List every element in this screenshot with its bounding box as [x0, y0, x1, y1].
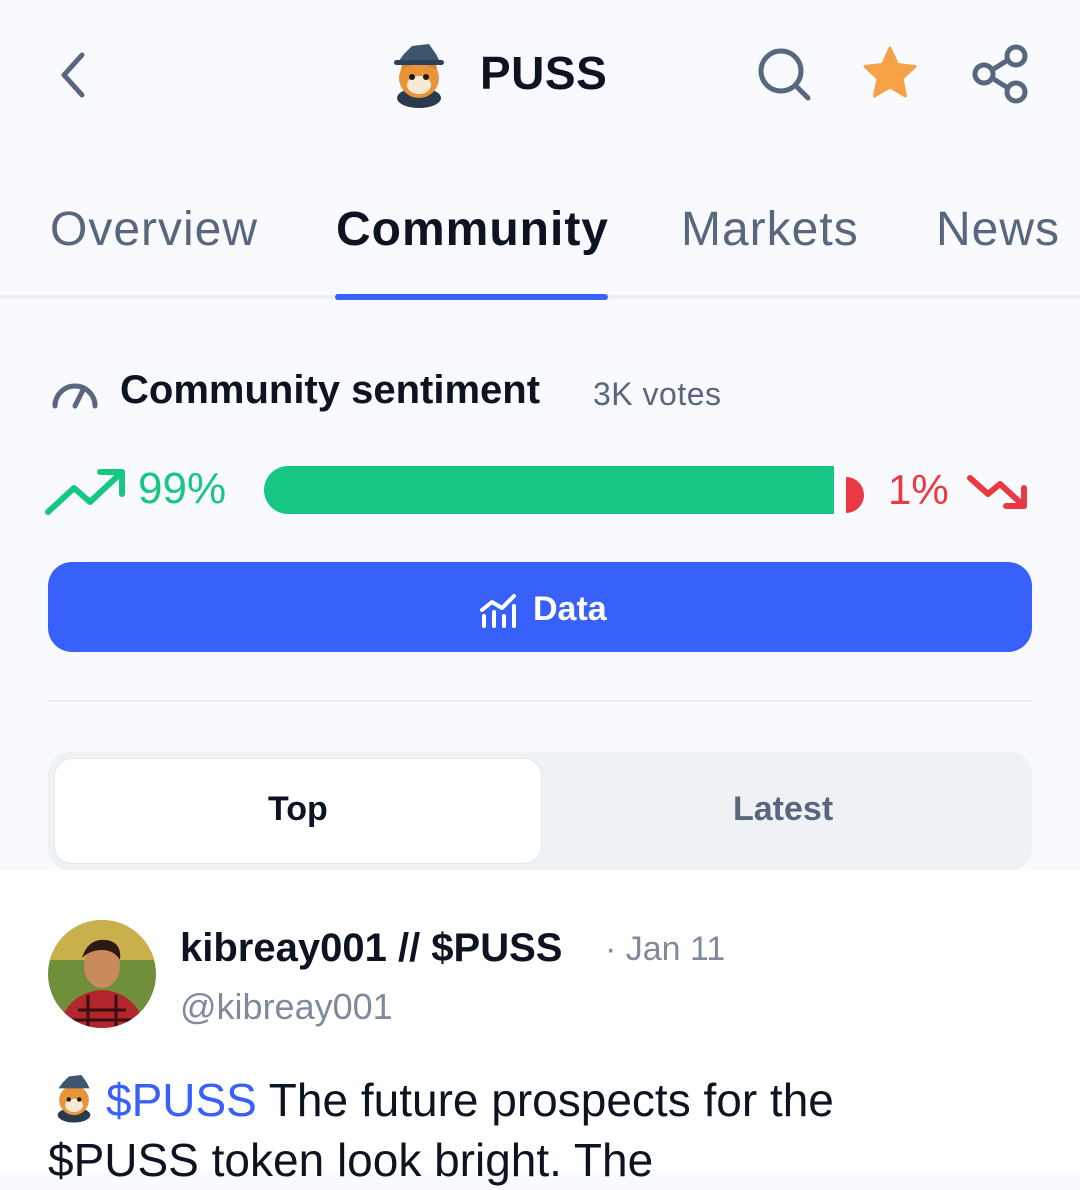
tab-overview[interactable]: Overview [50, 202, 258, 257]
active-tab-indicator [335, 294, 608, 300]
data-button-label: Data [533, 590, 607, 628]
chart-icon [480, 594, 516, 628]
tab-news[interactable]: News [936, 202, 1060, 257]
tab-bar: Overview Community Markets News [0, 180, 1080, 300]
share-icon[interactable] [968, 42, 1032, 106]
trend-down-icon [967, 475, 1027, 509]
bullish-bar [264, 466, 834, 514]
data-button-content: Data [478, 586, 678, 630]
post-text-line-1: The future prospects for the [256, 1074, 834, 1126]
page-title: PUSS [480, 47, 608, 99]
post-text-line-2: $PUSS token look bright. The [48, 1134, 654, 1186]
gauge-icon [52, 383, 98, 409]
feed-sort-toggle: Top Latest [48, 752, 1032, 870]
sentiment-header: Community sentiment 3K votes [50, 366, 1040, 420]
cashtag-link[interactable]: $PUSS [106, 1074, 257, 1126]
post-date: · Jan 11 [605, 930, 726, 968]
bearish-percent: 1% [888, 466, 949, 513]
back-arrow-icon[interactable] [50, 45, 100, 105]
bearish-bar [846, 477, 864, 513]
sentiment-bar: 99% 1% [40, 460, 1040, 520]
search-icon[interactable] [752, 42, 816, 106]
data-button[interactable]: Data [48, 562, 1032, 652]
sort-latest-button[interactable]: Latest [733, 790, 833, 829]
top-bar: PUSS [0, 0, 1080, 150]
puss-token-icon [57, 1074, 91, 1123]
post-handle[interactable]: @kibreay001 [180, 986, 393, 1028]
star-icon[interactable] [858, 42, 922, 106]
post-card: kibreay001 // $PUSS · Jan 11 @kibreay001… [0, 870, 1080, 1186]
trend-up-icon [45, 469, 125, 515]
puss-logo-icon [394, 44, 444, 108]
post-body: $PUSS The future prospects for the $PUSS… [48, 1070, 1048, 1190]
post-author[interactable]: kibreay001 // $PUSS [180, 926, 562, 971]
avatar[interactable] [48, 920, 156, 1028]
tab-markets[interactable]: Markets [681, 202, 859, 257]
tab-community[interactable]: Community [336, 202, 609, 257]
sentiment-title: Community sentiment [120, 368, 541, 412]
bullish-percent: 99% [138, 464, 227, 513]
sort-top-button[interactable]: Top [268, 790, 328, 829]
vote-count: 3K votes [593, 376, 722, 412]
section-divider [48, 700, 1032, 702]
